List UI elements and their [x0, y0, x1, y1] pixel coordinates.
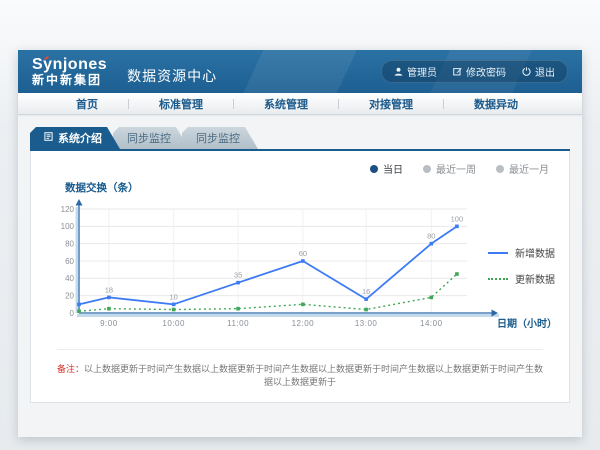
svg-text:80: 80 — [65, 239, 74, 248]
radio-last-week[interactable]: 最近一周 — [423, 161, 476, 176]
svg-text:18: 18 — [105, 285, 113, 294]
chart-x-axis-title: 日期（小时） — [497, 315, 557, 330]
radio-today-label: 当日 — [383, 161, 403, 176]
document-icon — [44, 132, 53, 144]
svg-text:9:00: 9:00 — [100, 319, 118, 328]
svg-text:60: 60 — [65, 257, 74, 266]
nav-item-standard-mgmt[interactable]: 标准管理 — [129, 96, 233, 112]
radio-last-week-label: 最近一周 — [436, 161, 476, 176]
legend-item-updated-data: 更新数据 — [488, 271, 555, 286]
edit-icon — [453, 67, 462, 76]
svg-text:0: 0 — [70, 309, 75, 318]
tab-sync-monitor-1-label: 同步监控 — [127, 130, 171, 146]
solid-line-swatch-icon — [488, 252, 508, 254]
system-intro-panel: 当日 最近一周 最近一月 数据交换（条） 0 20 40 60 80 100 120 9:00… — [30, 151, 570, 403]
tab-system-intro[interactable]: 系统介绍 — [30, 127, 120, 149]
app-window: Synjones 新中新集团 数据资源中心 管理员 修改密码 — [18, 50, 582, 437]
footnote-prefix: 备注： — [57, 364, 84, 374]
brand-logo-en-rest: njones — [53, 56, 108, 73]
radio-dot-icon — [370, 165, 378, 173]
logout-label: 退出 — [535, 64, 555, 79]
svg-text:10: 10 — [170, 292, 178, 301]
svg-text:40: 40 — [65, 274, 74, 283]
brand-logo: Synjones 新中新集团 — [32, 57, 107, 86]
svg-text:35: 35 — [234, 271, 242, 280]
tab-sync-monitor-1[interactable]: 同步监控 — [113, 127, 189, 149]
legend-new-data-label: 新增数据 — [515, 245, 555, 260]
svg-text:80: 80 — [427, 232, 435, 241]
line-chart: 0 20 40 60 80 100 120 9:00 10:00 11:00 12:00 13:00 1… — [49, 197, 501, 337]
svg-text:120: 120 — [61, 205, 75, 214]
footnote-text: 以上数据更新于时间产生数据以上数据更新于时间产生数据以上数据更新于时间产生数据以… — [84, 364, 543, 387]
chart-container: 0 20 40 60 80 100 120 9:00 10:00 11:00 12:00 13:00 1… — [41, 197, 559, 341]
radio-last-month-label: 最近一月 — [509, 161, 549, 176]
svg-text:12:00: 12:00 — [292, 319, 315, 328]
svg-text:100: 100 — [61, 222, 75, 231]
app-header: Synjones 新中新集团 数据资源中心 管理员 修改密码 — [18, 50, 582, 93]
svg-text:20: 20 — [65, 291, 74, 300]
svg-text:11:00: 11:00 — [227, 319, 249, 328]
radio-today[interactable]: 当日 — [370, 161, 403, 176]
nav-item-integration-mgmt[interactable]: 对接管理 — [339, 96, 443, 112]
nav-item-home[interactable]: 首页 — [46, 96, 128, 112]
user-icon — [394, 67, 403, 76]
radio-dot-icon — [496, 165, 504, 173]
nav-item-data-changes[interactable]: 数据异动 — [444, 96, 548, 112]
tab-system-intro-label: 系统介绍 — [58, 130, 102, 146]
current-user-button[interactable]: 管理员 — [394, 64, 437, 79]
current-user-label: 管理员 — [407, 64, 437, 79]
tab-bar: 系统介绍 同步监控 同步监控 — [30, 127, 570, 151]
svg-text:10:00: 10:00 — [162, 319, 185, 328]
tab-sync-monitor-2-label: 同步监控 — [196, 130, 240, 146]
svg-text:16: 16 — [362, 287, 370, 296]
radio-dot-icon — [423, 165, 431, 173]
page-background: Synjones 新中新集团 数据资源中心 管理员 修改密码 — [0, 0, 600, 450]
chart-legend: 新增数据 更新数据 — [488, 245, 555, 286]
date-range-filters: 当日 最近一周 最近一月 — [41, 159, 559, 176]
content-area: 系统介绍 同步监控 同步监控 当日 最近一周 — [18, 115, 582, 403]
power-icon — [522, 67, 531, 76]
nav-item-system-mgmt[interactable]: 系统管理 — [234, 96, 338, 112]
chart-y-axis-title: 数据交换（条） — [65, 180, 559, 195]
radio-last-month[interactable]: 最近一月 — [496, 161, 549, 176]
legend-updated-data-label: 更新数据 — [515, 271, 555, 286]
footnote: 备注：以上数据更新于时间产生数据以上数据更新于时间产生数据以上数据更新于时间产生… — [41, 362, 559, 388]
change-password-button[interactable]: 修改密码 — [453, 64, 506, 79]
svg-text:100: 100 — [451, 214, 464, 223]
svg-text:60: 60 — [299, 249, 307, 258]
change-password-label: 修改密码 — [466, 64, 506, 79]
brand-logo-en: Synjones — [32, 57, 107, 74]
tab-sync-monitor-2[interactable]: 同步监控 — [182, 127, 258, 149]
svg-text:13:00: 13:00 — [355, 319, 378, 328]
page-title: 数据资源中心 — [127, 66, 217, 86]
dotted-line-swatch-icon — [488, 278, 508, 280]
user-toolbar: 管理员 修改密码 退出 — [381, 60, 568, 83]
legend-item-new-data: 新增数据 — [488, 245, 555, 260]
svg-text:14:00: 14:00 — [420, 319, 443, 328]
logout-button[interactable]: 退出 — [522, 64, 555, 79]
brand-logo-cn: 新中新集团 — [32, 74, 107, 87]
panel-divider — [57, 349, 543, 350]
main-nav: 首页 标准管理 系统管理 对接管理 数据异动 — [18, 93, 582, 115]
